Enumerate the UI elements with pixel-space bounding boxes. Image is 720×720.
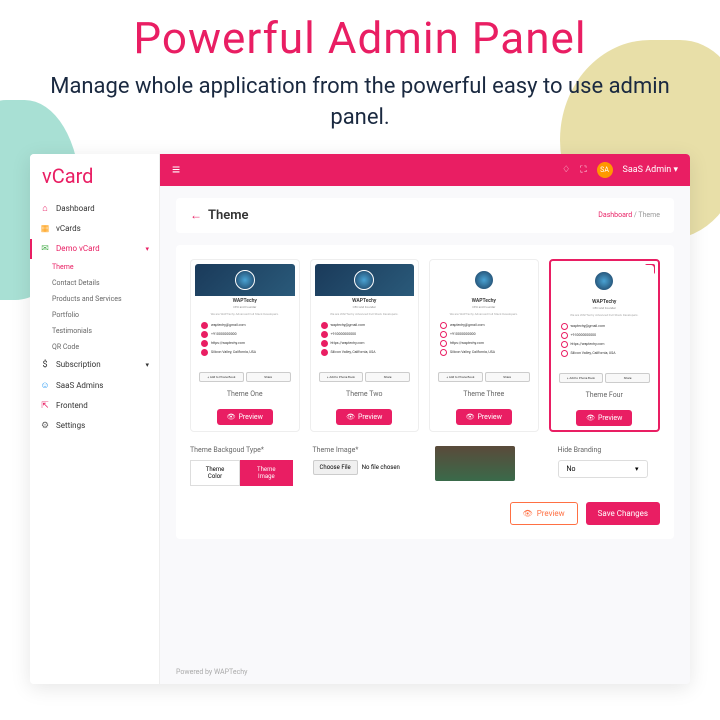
bg-type-segmented: Theme Color Theme Image	[190, 460, 293, 486]
eye-icon: 👁	[523, 509, 533, 518]
file-input[interactable]: Choose File No file chosen	[313, 460, 416, 475]
eye-icon: 👁	[346, 413, 355, 421]
theme-preview: WAPTechy CEO and Founder We are WAPTechy…	[195, 264, 295, 384]
hide-branding-select[interactable]: No▾	[558, 460, 648, 478]
eye-icon: 👁	[227, 413, 236, 421]
theme-card-4[interactable]: WAPTechy CEO and Founder We are WAPTechy…	[549, 259, 661, 432]
image-preview	[435, 446, 515, 481]
bg-type-image[interactable]: Theme Image	[240, 460, 292, 486]
preview-button[interactable]: 👁Preview	[510, 502, 578, 525]
hamburger-icon[interactable]: ≡	[172, 161, 180, 178]
sidebar-item-dashboard[interactable]: ⌂Dashboard	[30, 198, 159, 219]
breadcrumb-root[interactable]: Dashboard	[598, 211, 632, 219]
bg-type-color[interactable]: Theme Color	[190, 460, 240, 486]
page-header: ←Theme Dashboard / Theme	[176, 198, 674, 233]
nav-icon: ⌂	[40, 203, 50, 214]
sidebar-sub-portfolio[interactable]: Portfolio	[30, 307, 159, 323]
theme-card-2[interactable]: WAPTechy CEO and Founder We are WAPTechy…	[310, 259, 420, 432]
chevron-down-icon: ▾	[635, 465, 639, 473]
theme-preview: WAPTechy CEO and Founder We are WAPTechy…	[555, 265, 655, 385]
save-button[interactable]: Save Changes	[586, 502, 660, 525]
chevron-down-icon: ▾	[145, 245, 149, 253]
main-area: ≡ ♢ ⛶ SA SaaS Admin ▾ ←Theme Dashboard /…	[160, 154, 690, 684]
hero-subtitle: Manage whole application from the powerf…	[40, 72, 680, 134]
notification-icon[interactable]: ♢	[562, 165, 570, 175]
sidebar-item-frontend[interactable]: ⇱Frontend	[30, 396, 159, 416]
nav-icon: $	[40, 360, 50, 370]
sidebar-item-vcards[interactable]: ▦vCards	[30, 219, 159, 239]
theme-preview: WAPTechy CEO and Founder We are WAPTechy…	[434, 264, 534, 384]
sidebar-item-saas-admins[interactable]: ☺SaaS Admins	[30, 375, 159, 396]
user-menu[interactable]: SaaS Admin ▾	[623, 165, 678, 175]
choose-file-button[interactable]: Choose File	[313, 460, 358, 475]
nav-icon: ⚙	[40, 421, 50, 431]
theme-preview-button[interactable]: 👁Preview	[336, 409, 392, 425]
hide-branding-label: Hide Branding	[558, 446, 661, 454]
theme-name: Theme Four	[555, 391, 655, 399]
theme-preview-button[interactable]: 👁Preview	[576, 410, 632, 426]
topbar: ≡ ♢ ⛶ SA SaaS Admin ▾	[160, 154, 690, 186]
theme-name: Theme Two	[315, 390, 415, 398]
eye-icon: 👁	[586, 414, 595, 422]
nav-icon: ☺	[40, 380, 50, 391]
theme-name: Theme Three	[434, 390, 534, 398]
powered-by: Powered by WAPTechy	[160, 660, 690, 684]
sidebar-item-settings[interactable]: ⚙Settings	[30, 416, 159, 436]
theme-image-label: Theme Image*	[313, 446, 416, 454]
nav-icon: ⇱	[40, 401, 50, 411]
sidebar: vCard ⌂Dashboard▦vCards✉Demo vCard▾Theme…	[30, 154, 160, 684]
page-title: ←Theme	[190, 208, 249, 223]
hero-section: Powerful Admin Panel Manage whole applic…	[0, 0, 720, 140]
theme-preview: WAPTechy CEO and Founder We are WAPTechy…	[315, 264, 415, 384]
sidebar-sub-theme[interactable]: Theme	[30, 259, 159, 275]
themes-panel: WAPTechy CEO and Founder We are WAPTechy…	[176, 245, 674, 539]
admin-panel: vCard ⌂Dashboard▦vCards✉Demo vCard▾Theme…	[30, 154, 690, 684]
sidebar-sub-qr-code[interactable]: QR Code	[30, 339, 159, 355]
back-arrow-icon[interactable]: ←	[190, 208, 202, 222]
theme-preview-button[interactable]: 👁Preview	[456, 409, 512, 425]
breadcrumb: Dashboard / Theme	[598, 211, 660, 219]
nav-icon: ✉	[40, 244, 50, 254]
chevron-down-icon: ▾	[145, 361, 149, 369]
sidebar-item-subscription[interactable]: $Subscription▾	[30, 355, 159, 375]
file-name: No file chosen	[362, 464, 400, 471]
theme-card-1[interactable]: WAPTechy CEO and Founder We are WAPTechy…	[190, 259, 300, 432]
eye-icon: 👁	[466, 413, 475, 421]
nav-icon: ▦	[40, 224, 50, 234]
sidebar-sub-products-and-services[interactable]: Products and Services	[30, 291, 159, 307]
sidebar-sub-testimonials[interactable]: Testimonials	[30, 323, 159, 339]
sidebar-sub-contact-details[interactable]: Contact Details	[30, 275, 159, 291]
theme-card-3[interactable]: WAPTechy CEO and Founder We are WAPTechy…	[429, 259, 539, 432]
app-logo: vCard	[30, 154, 159, 198]
bg-type-label: Theme Backgoud Type*	[190, 446, 293, 454]
theme-name: Theme One	[195, 390, 295, 398]
fullscreen-icon[interactable]: ⛶	[580, 165, 586, 175]
theme-preview-button[interactable]: 👁Preview	[217, 409, 273, 425]
hero-title: Powerful Admin Panel	[40, 12, 680, 64]
sidebar-item-demo-vcard[interactable]: ✉Demo vCard▾	[30, 239, 159, 259]
avatar[interactable]: SA	[597, 162, 613, 178]
